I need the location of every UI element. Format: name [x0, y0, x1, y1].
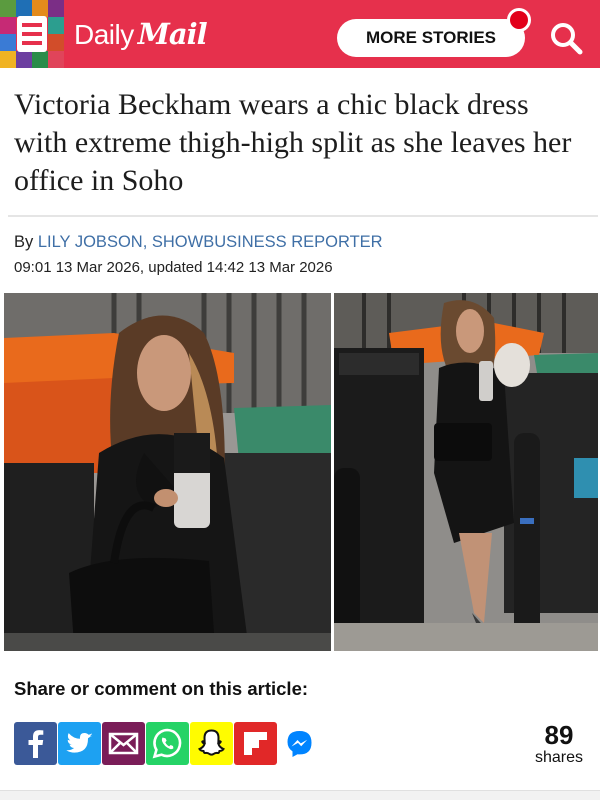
twitter-icon: [66, 733, 93, 753]
footer-divider: [0, 790, 600, 800]
site-header: Daily Mail MORE STORIES: [0, 0, 600, 68]
menu-icon: [17, 16, 47, 52]
share-buttons: [14, 722, 321, 766]
search-icon[interactable]: [546, 19, 586, 59]
share-count-label: shares: [534, 749, 583, 766]
divider: [8, 215, 598, 217]
more-stories-button[interactable]: MORE STORIES: [337, 19, 525, 57]
share-count: 89 shares: [535, 720, 583, 766]
share-title: Share or comment on this article:: [14, 678, 309, 699]
article-headline: Victoria Beckham wears a chic black dres…: [14, 88, 572, 197]
snapchat-share-button[interactable]: [190, 722, 233, 765]
messenger-share-button[interactable]: [278, 722, 321, 765]
article-photo-left[interactable]: [4, 293, 331, 651]
byline-prefix: By: [14, 233, 38, 251]
logo-mail: Mail: [137, 17, 208, 51]
snapchat-icon: [198, 729, 225, 756]
whatsapp-icon: [152, 728, 182, 759]
article-photo-right[interactable]: [334, 293, 598, 651]
twitter-share-button[interactable]: [58, 722, 101, 765]
author-link[interactable]: LILY JOBSON, SHOWBUSINESS REPORTER: [38, 233, 383, 251]
email-icon: [108, 732, 139, 755]
whatsapp-share-button[interactable]: [146, 722, 189, 765]
facebook-icon: [28, 730, 44, 758]
menu-button[interactable]: [0, 0, 64, 68]
messenger-icon: [287, 731, 312, 757]
byline: By LILY JOBSON, SHOWBUSINESS REPORTER: [14, 233, 383, 252]
flipboard-icon: [244, 732, 267, 755]
site-logo[interactable]: Daily Mail: [74, 17, 208, 53]
share-count-number: 89: [544, 720, 574, 750]
flipboard-share-button[interactable]: [234, 722, 277, 765]
article-dateline: 09:01 13 Mar 2026, updated 14:42 13 Mar …: [14, 259, 333, 276]
email-share-button[interactable]: [102, 722, 145, 765]
facebook-share-button[interactable]: [14, 722, 57, 765]
notification-dot: [507, 8, 531, 32]
logo-daily: Daily: [74, 19, 134, 50]
